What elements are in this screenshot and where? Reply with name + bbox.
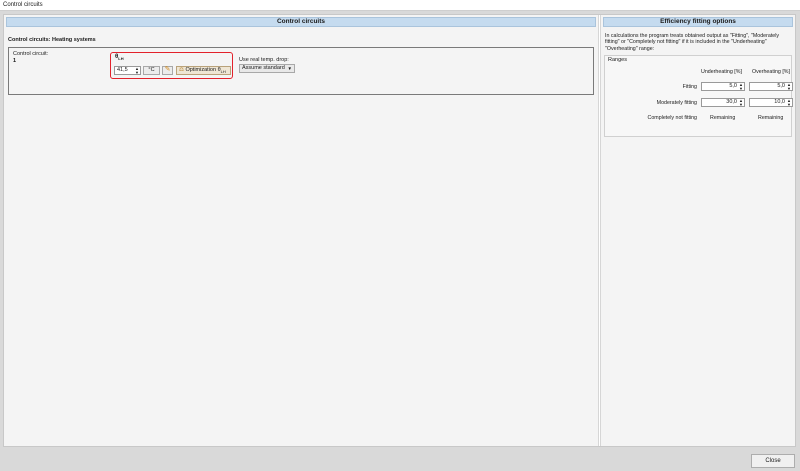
theta-lh-group: θLH 41,5 ▲ ▼ °C ✎ ⚖ Optimization θLH: [110, 52, 233, 79]
not-fitting-overheating-value: Remaining: [758, 115, 784, 122]
pencil-icon: ✎: [164, 66, 171, 73]
main-area: Control circuits Control circuits: Heati…: [3, 14, 796, 447]
close-button[interactable]: Close: [751, 454, 795, 468]
temp-drop-select[interactable]: Assume standard ▼: [239, 64, 295, 73]
theta-lh-value: 41,5: [117, 67, 128, 73]
unit-button[interactable]: °C: [143, 66, 160, 75]
optimization-label: Optimization θ: [185, 67, 221, 73]
overheating-column-header: Overheating [%]: [752, 69, 790, 76]
fitting-label: Fitting: [682, 84, 697, 91]
window-title: Control circuits: [0, 0, 800, 11]
moderate-underheating-value: 30,0: [726, 99, 737, 106]
efficiency-description: In calculations the program treats obtai…: [605, 33, 780, 52]
spin-arrows-icon[interactable]: ▲ ▼: [787, 83, 791, 91]
moderate-underheating-input[interactable]: 30,0 ▲ ▼: [701, 98, 745, 108]
moderate-overheating-value: 10,0: [774, 99, 785, 106]
fitting-underheating-value: 5,0: [729, 83, 737, 90]
temp-drop-label: Use real temp. drop:: [239, 57, 289, 63]
moderately-fitting-label: Moderately fitting: [656, 100, 697, 107]
fitting-overheating-value: 5,0: [777, 83, 785, 90]
optimization-subscript: LH: [220, 69, 226, 75]
underheating-column-header: Underheating [%]: [701, 69, 742, 76]
spin-arrows-icon[interactable]: ▲ ▼: [787, 99, 791, 107]
ranges-title: Ranges: [608, 57, 627, 64]
fitting-underheating-input[interactable]: 5,0 ▲ ▼: [701, 82, 745, 92]
control-circuit-row: Control circuit: 1 θLH 41,5 ▲ ▼ °C ✎ ⚖ Op…: [8, 47, 594, 95]
spin-arrows-icon[interactable]: ▲ ▼: [739, 99, 743, 107]
not-fitting-label: Completely not fitting: [647, 115, 697, 122]
chevron-down-icon: ▼: [287, 66, 292, 71]
control-circuit-label: Control circuit:: [13, 51, 49, 57]
spin-arrows-icon[interactable]: ▲ ▼: [739, 83, 743, 91]
temp-drop-value: Assume standard: [242, 65, 285, 71]
optimization-button[interactable]: ⚖ Optimization θLH: [176, 66, 231, 75]
efficiency-header: Efficiency fitting options: [603, 17, 793, 27]
ranges-group: Ranges Underheating [%] Overheating [%] …: [604, 55, 793, 138]
control-circuits-panel: Control circuits Control circuits: Heati…: [4, 15, 598, 446]
fitting-overheating-input[interactable]: 5,0 ▲ ▼: [749, 82, 793, 92]
optimization-icon: ⚖: [179, 67, 184, 73]
not-fitting-underheating-value: Remaining: [710, 115, 736, 122]
edit-button[interactable]: ✎: [162, 66, 173, 75]
theta-lh-input[interactable]: 41,5 ▲ ▼: [114, 66, 141, 75]
moderate-overheating-input[interactable]: 10,0 ▲ ▼: [749, 98, 793, 108]
spin-arrows-icon[interactable]: ▲ ▼: [135, 67, 139, 75]
theta-lh-label: θLH: [115, 54, 124, 61]
theta-subscript: LH: [118, 56, 124, 62]
heating-systems-subheading: Control circuits: Heating systems: [8, 37, 96, 43]
control-circuit-number: 1: [13, 58, 17, 64]
efficiency-panel: Efficiency fitting options In calculatio…: [601, 15, 795, 446]
control-circuits-header: Control circuits: [6, 17, 596, 27]
